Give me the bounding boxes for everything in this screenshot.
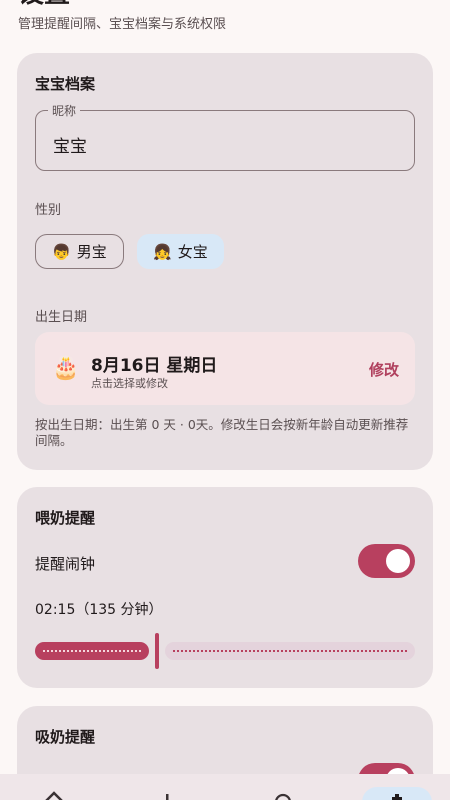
gender-label: 性别 (35, 203, 62, 218)
gender-chip-girl[interactable]: 👧 女宝 (137, 234, 224, 269)
search-icon[interactable] (272, 790, 294, 800)
feeding-alarm-label: 提醒闹钟 (35, 555, 96, 573)
birth-date-label: 出生日期 (35, 310, 88, 325)
slider-active-ticks (43, 650, 141, 652)
girl-icon: 👧 (153, 242, 172, 261)
edit-birth-date-button[interactable]: 修改 (369, 359, 399, 380)
nickname-field[interactable]: 昵称 宝宝 (35, 102, 415, 171)
nickname-value[interactable]: 宝宝 (53, 132, 87, 157)
feeding-card-title: 喂奶提醒 (35, 509, 96, 527)
boy-icon: 👦 (52, 242, 71, 261)
baby-profile-card: 宝宝档案 昵称 宝宝 性别 👦 男宝 👧 女宝 出生日期 🎂 8月16日 星期日… (17, 53, 433, 470)
toggle-knob (386, 549, 410, 573)
gender-chip-label: 女宝 (177, 243, 208, 261)
birth-date-value: 8月16日 星期日 (91, 356, 218, 376)
slider-inactive-ticks (173, 650, 407, 652)
pumping-card-title: 吸奶提醒 (35, 728, 96, 746)
settings-icon[interactable] (386, 790, 408, 800)
cake-icon: 🎂 (52, 356, 80, 381)
nickname-label: 昵称 (48, 102, 81, 119)
birth-date-hint: 点击选择或修改 (91, 377, 168, 390)
add-icon[interactable] (156, 790, 178, 800)
feeding-interval-value: 02:15（135 分钟） (35, 602, 163, 618)
page-title: 设置 (18, 0, 70, 8)
profile-card-title: 宝宝档案 (35, 75, 96, 93)
age-note: 按出生日期：出生第 0 天 · 0天。修改生日会按新年龄自动更新推荐间隔。 (35, 417, 409, 448)
page-subtitle: 管理提醒间隔、宝宝档案与系统权限 (18, 17, 227, 32)
feeding-interval-slider[interactable] (35, 633, 415, 669)
home-icon[interactable] (43, 790, 65, 800)
slider-handle[interactable] (155, 633, 159, 669)
feeding-reminder-card: 喂奶提醒 提醒闹钟 02:15（135 分钟） (17, 487, 433, 688)
gender-chip-boy[interactable]: 👦 男宝 (35, 234, 124, 269)
gender-chip-label: 男宝 (76, 243, 107, 261)
feeding-alarm-toggle[interactable] (358, 544, 415, 578)
bottom-navigation (0, 774, 450, 800)
birth-date-picker[interactable]: 🎂 8月16日 星期日 点击选择或修改 修改 (35, 332, 415, 405)
